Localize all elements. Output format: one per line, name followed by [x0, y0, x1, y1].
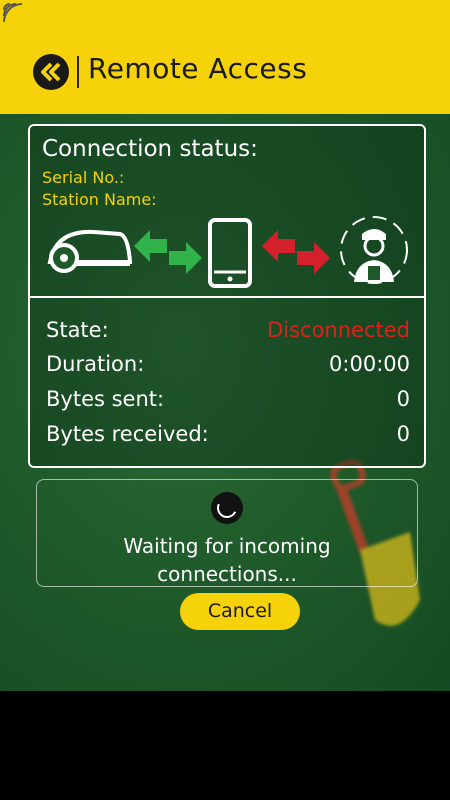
bytes-received-label: Bytes received:	[46, 422, 209, 446]
remote-signal-icon	[3, 3, 23, 23]
cancel-button[interactable]: Cancel	[180, 593, 300, 630]
loading-spinner-icon	[211, 492, 243, 524]
connection-status-heading: Connection status:	[42, 136, 258, 162]
state-value: Disconnected	[267, 318, 410, 342]
waiting-panel: Waiting for incoming connections...	[36, 479, 418, 587]
state-label: State:	[46, 318, 109, 342]
page-title: Remote Access	[88, 52, 308, 85]
red-arrows-icon	[262, 230, 330, 274]
connection-diagram	[47, 216, 408, 288]
waiting-line-2: connections...	[157, 562, 297, 586]
card-divider	[30, 296, 424, 298]
state-row: State: Disconnected	[46, 318, 410, 348]
duration-row: Duration: 0:00:00	[46, 352, 410, 382]
mower-icon	[47, 229, 133, 273]
duration-value: 0:00:00	[329, 352, 410, 376]
duration-label: Duration:	[46, 352, 145, 376]
connection-status-card: Connection status: Serial No.: Station N…	[28, 124, 426, 468]
bytes-received-row: Bytes received: 0	[46, 422, 410, 452]
bytes-sent-row: Bytes sent: 0	[46, 387, 410, 417]
bytes-received-value: 0	[396, 422, 410, 446]
bytes-sent-label: Bytes sent:	[46, 387, 165, 411]
back-button[interactable]	[32, 53, 70, 91]
waiting-message: Waiting for incoming connections...	[37, 532, 417, 588]
phone-icon	[208, 218, 252, 288]
green-arrows-icon	[134, 230, 202, 274]
app-header: Remote Access	[0, 0, 450, 114]
service-technician-icon	[340, 216, 408, 284]
bytes-sent-value: 0	[396, 387, 410, 411]
serial-number-label: Serial No.:	[42, 168, 125, 187]
header-divider	[77, 56, 79, 88]
waiting-line-1: Waiting for incoming	[123, 534, 331, 558]
station-name-label: Station Name:	[42, 190, 157, 209]
